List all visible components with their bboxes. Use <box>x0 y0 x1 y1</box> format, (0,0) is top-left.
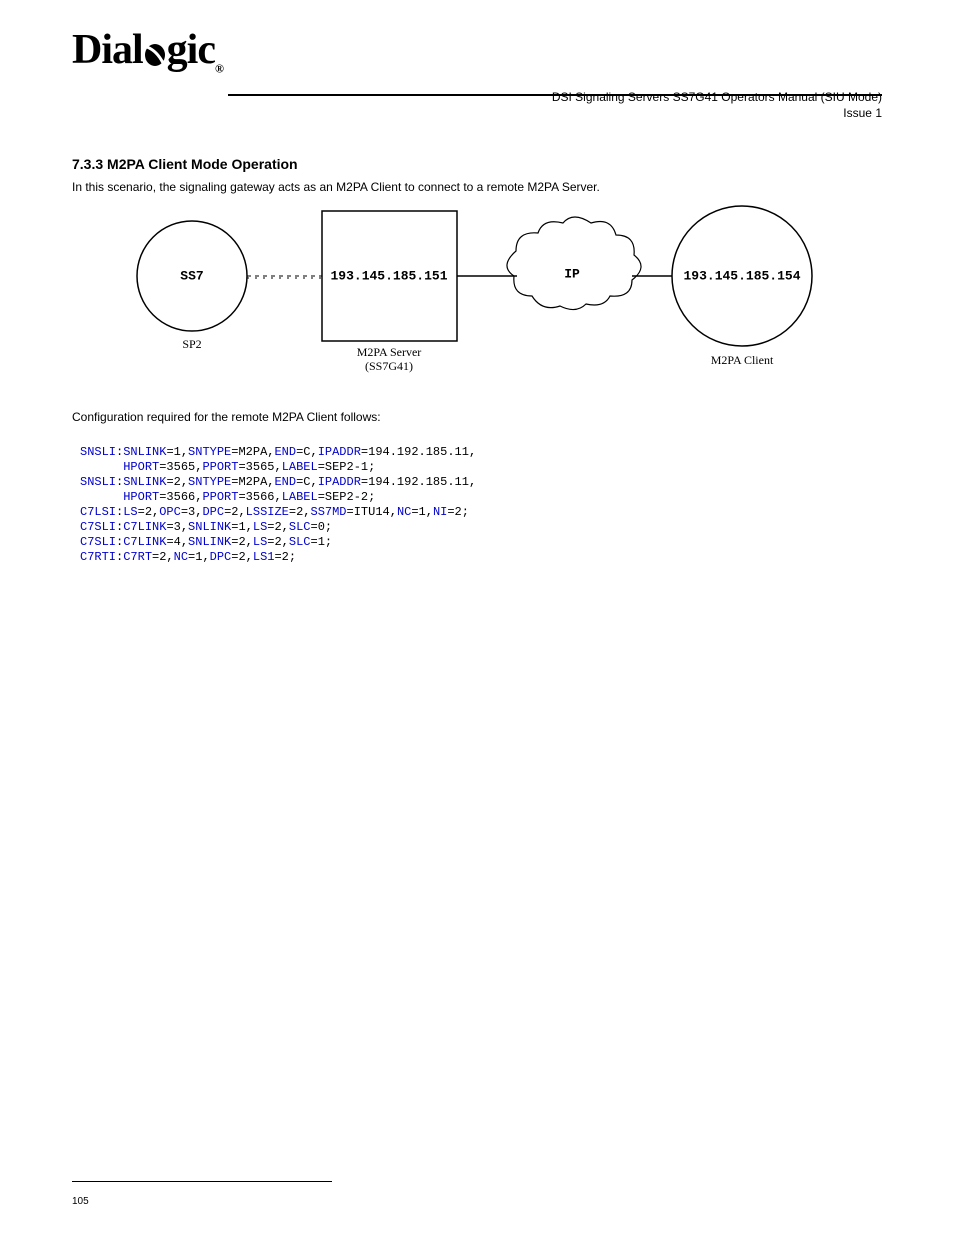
node-client-ip: 193.145.185.154 <box>683 268 800 283</box>
config-intro: Configuration required for the remote M2… <box>72 410 381 424</box>
page-number: 105 <box>72 1196 89 1207</box>
node-server-sub1: M2PA Server <box>357 345 422 359</box>
node-client-sub: M2PA Client <box>711 353 774 367</box>
node-server-ip: 193.145.185.151 <box>330 268 447 283</box>
node-ss7-sublabel: SP2 <box>182 337 201 351</box>
doc-title: DSI Signaling Servers SS7G41 Operators M… <box>260 90 882 106</box>
node-cloud <box>507 217 641 310</box>
cloud-label: IP <box>564 266 580 281</box>
config-code-block: SNSLI:SNLINK=1,SNTYPE=M2PA,END=C,IPADDR=… <box>80 445 476 565</box>
footer-divider <box>72 1181 332 1182</box>
doc-title-block: DSI Signaling Servers SS7G41 Operators M… <box>260 90 882 121</box>
section-heading: 7.3.3 M2PA Client Mode Operation <box>72 156 298 172</box>
logo-part-1: Dial <box>72 27 143 73</box>
node-ss7-label: SS7 <box>180 268 203 283</box>
doc-issue: Issue 1 <box>260 106 882 122</box>
registered-icon: ® <box>215 61 223 75</box>
page-header: Dialgic® <box>0 26 954 76</box>
brand-logo: Dialgic® <box>72 26 223 76</box>
section-lead-in: In this scenario, the signaling gateway … <box>72 180 882 196</box>
logo-swoosh-icon <box>143 37 167 69</box>
node-server-sub2: (SS7G41) <box>365 359 413 373</box>
network-diagram: SS7 SP2 193.145.185.151 M2PA Server (SS7… <box>72 196 882 386</box>
logo-part-3: gic <box>167 27 215 73</box>
